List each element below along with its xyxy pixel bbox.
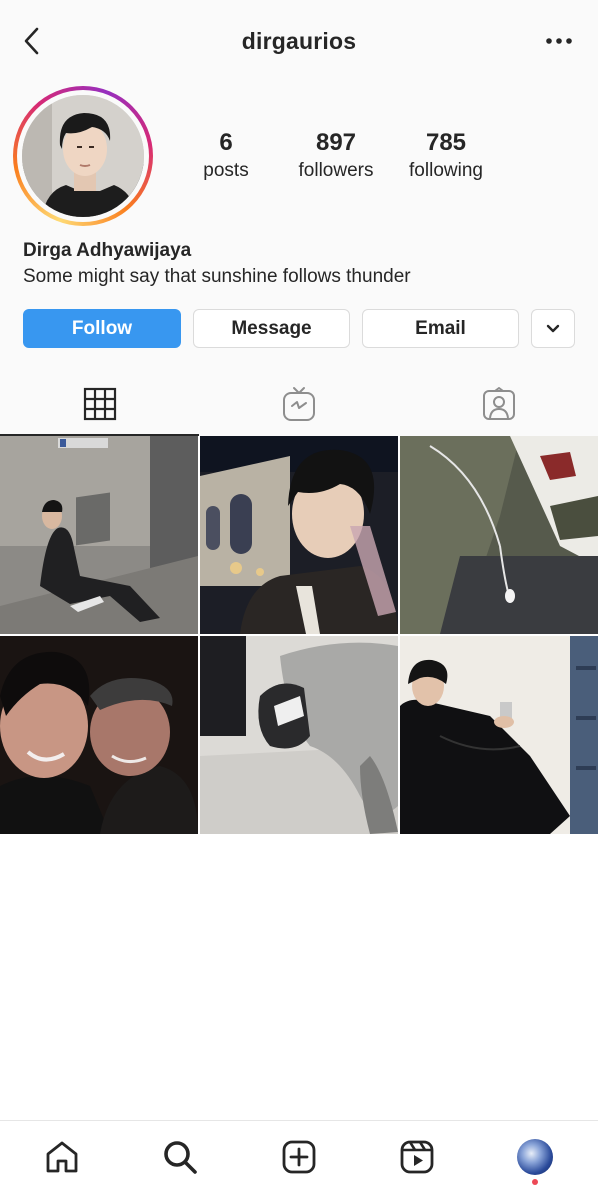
post-thumbnail-1[interactable] [0, 436, 198, 634]
tagged-icon [482, 387, 515, 420]
chevron-down-icon [546, 324, 560, 332]
nav-profile[interactable] [515, 1137, 555, 1177]
new-post-icon [282, 1140, 316, 1174]
followers-count: 897 [315, 129, 357, 156]
post-image [0, 636, 198, 834]
posts-grid [0, 436, 598, 836]
followers-label: followers [298, 160, 374, 181]
post-thumbnail-6[interactable] [400, 636, 598, 834]
post-image [400, 636, 598, 834]
notification-dot [532, 1179, 538, 1185]
stat-posts[interactable]: 6 posts [190, 128, 262, 184]
profile-full-name: Dirga Adhyawijaya [23, 240, 192, 261]
nav-search[interactable] [160, 1137, 200, 1177]
following-count: 785 [425, 129, 467, 156]
tab-tagged[interactable] [399, 372, 598, 436]
post-thumbnail-2[interactable] [200, 436, 398, 634]
follow-button[interactable]: Follow [23, 309, 181, 348]
profile-avatar [22, 95, 144, 217]
message-button[interactable]: Message [193, 309, 350, 348]
post-image [200, 436, 398, 634]
posts-count: 6 [219, 129, 233, 156]
post-thumbnail-3[interactable] [400, 436, 598, 634]
story-ring[interactable] [13, 86, 153, 226]
posts-label: posts [203, 160, 249, 181]
stat-following[interactable]: 785 following [396, 128, 496, 184]
profile-tabs [0, 372, 598, 436]
profile-bio: Some might say that sunshine follows thu… [23, 266, 411, 287]
nav-reels[interactable] [397, 1137, 437, 1177]
more-options-button[interactable] [544, 30, 574, 52]
post-image [200, 636, 398, 834]
post-image [0, 436, 198, 634]
profile-avatar [517, 1139, 553, 1175]
more-horizontal-icon [546, 38, 572, 44]
tab-posts-grid[interactable] [0, 372, 199, 436]
nav-new-post[interactable] [279, 1137, 319, 1177]
suggested-accounts-button[interactable] [531, 309, 575, 348]
home-icon [46, 1141, 78, 1173]
stat-followers[interactable]: 897 followers [284, 128, 388, 184]
post-image [400, 436, 598, 634]
bottom-navigation [0, 1120, 598, 1201]
tab-igtv[interactable] [199, 372, 398, 436]
profile-header-area: dirgaurios 6 posts 897 followers 785 fol… [0, 0, 598, 436]
avatar-photo [22, 95, 144, 217]
reels-icon [400, 1140, 434, 1174]
profile-username: dirgaurios [241, 28, 357, 54]
nav-home[interactable] [42, 1137, 82, 1177]
search-icon [164, 1141, 197, 1174]
post-thumbnail-4[interactable] [0, 636, 198, 834]
following-label: following [409, 160, 483, 181]
top-bar: dirgaurios [0, 0, 598, 82]
post-thumbnail-5[interactable] [200, 636, 398, 834]
igtv-icon [282, 387, 315, 421]
grid-icon [83, 387, 116, 421]
email-button[interactable]: Email [362, 309, 519, 348]
